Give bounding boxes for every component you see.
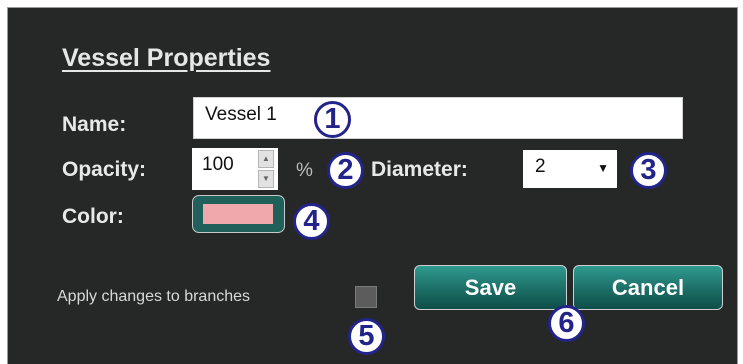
callout-1: 1 — [314, 101, 351, 138]
callout-2: 2 — [327, 152, 364, 189]
save-button[interactable]: Save — [414, 265, 567, 310]
opacity-unit: % — [296, 160, 313, 181]
diameter-select[interactable]: 2 ▼ — [523, 150, 617, 188]
opacity-label: Opacity: — [62, 158, 147, 181]
color-picker-button[interactable] — [192, 195, 285, 233]
apply-branches-label: Apply changes to branches — [57, 288, 251, 305]
increment-icon[interactable]: ▲ — [258, 150, 274, 168]
decrement-icon[interactable]: ▼ — [258, 170, 274, 188]
opacity-spinner[interactable]: ▲ ▼ — [258, 150, 274, 188]
name-input[interactable]: Vessel 1 — [193, 97, 683, 139]
color-swatch — [203, 204, 273, 224]
cancel-button[interactable]: Cancel — [573, 265, 723, 310]
opacity-value: 100 — [202, 154, 234, 175]
color-label: Color: — [62, 205, 124, 228]
diameter-label: Diameter: — [371, 158, 468, 181]
diameter-value: 2 — [535, 156, 546, 177]
chevron-down-icon: ▼ — [597, 161, 609, 175]
callout-6: 6 — [548, 305, 585, 342]
callout-3: 3 — [630, 152, 667, 189]
apply-branches-checkbox[interactable] — [355, 286, 377, 308]
opacity-stepper[interactable]: 100 ▲ ▼ — [192, 148, 278, 190]
callout-5: 5 — [348, 318, 385, 355]
callout-4: 4 — [293, 203, 330, 240]
name-label: Name: — [62, 113, 127, 136]
dialog-title: Vessel Properties — [62, 44, 271, 72]
